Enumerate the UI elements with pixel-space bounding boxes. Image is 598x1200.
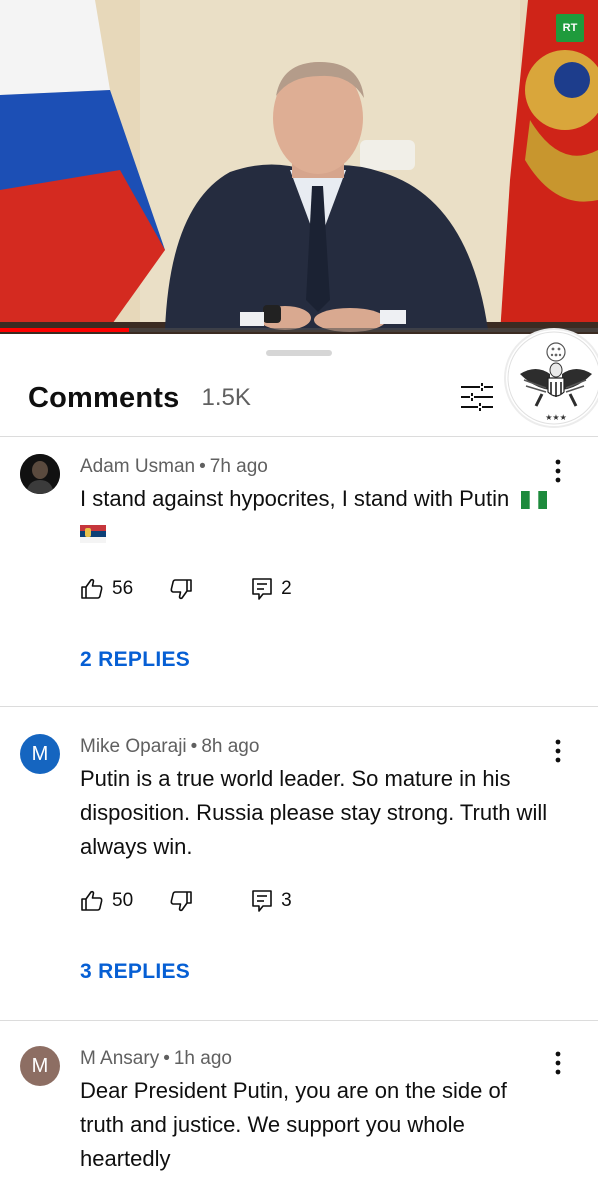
like-button[interactable]: 56 (80, 574, 133, 604)
reply-count: 3 (281, 890, 292, 911)
comment-time: 7h ago (209, 456, 268, 477)
comment-thread: M Mike Oparaji • 8h ago Putin is a true wo… (0, 734, 598, 998)
view-replies-link[interactable]: 2 REPLIES (80, 648, 190, 672)
video-frame (0, 0, 598, 334)
more-options-icon[interactable] (548, 458, 568, 484)
comment-author[interactable]: Adam Usman (80, 456, 195, 477)
thumbs-down-icon (170, 579, 192, 600)
more-options-icon[interactable] (548, 738, 568, 764)
comment-time: 1h ago (173, 1048, 232, 1069)
video-progress-bar[interactable] (0, 328, 598, 332)
view-replies-link[interactable]: 3 REPLIES (80, 960, 190, 984)
thumbs-up-icon (81, 578, 103, 599)
comments-count: 1.5K (201, 384, 251, 411)
comment-reply-icon (252, 578, 272, 600)
comment-divider (0, 706, 598, 707)
comment-body: I stand against hypocrites, I stand with… (80, 486, 510, 511)
comment-body: Dear President Putin, you are on the sid… (80, 1078, 507, 1171)
comment-actions: 56 2 (80, 574, 292, 604)
comment-reply-icon (252, 890, 272, 912)
like-button[interactable]: 50 (80, 886, 133, 916)
eagle-seal-icon: ★★★ (506, 330, 598, 426)
serbia-flag-icon (80, 525, 106, 544)
comment-meta: M Ansary • 1h ago (80, 1048, 232, 1069)
more-options-icon[interactable] (548, 1050, 568, 1076)
header-divider (0, 436, 598, 437)
avatar[interactable] (20, 454, 60, 494)
thumbs-down-icon (170, 891, 192, 912)
comment-author[interactable]: Mike Oparaji (80, 736, 187, 757)
comments-sheet: Comments 1.5K ★★★ Adam Usman • 7h ago I … (0, 330, 598, 1200)
comment-body: Putin is a true world leader. So mature … (80, 766, 548, 859)
comment-author[interactable]: M Ansary (80, 1048, 159, 1069)
drag-handle[interactable] (266, 350, 332, 356)
avatar-letter: M (31, 1054, 49, 1077)
avatar[interactable]: M (20, 1046, 60, 1086)
comment-actions: 50 3 (80, 886, 292, 916)
reply-button[interactable]: 3 (251, 886, 292, 916)
comments-title: Comments (28, 381, 180, 414)
video-progress-fill (0, 328, 129, 332)
channel-badge: RT (556, 14, 584, 42)
filter-sort-icon[interactable] (460, 382, 494, 412)
comment-meta: Adam Usman • 7h ago (80, 456, 268, 477)
video-player[interactable]: RT (0, 0, 598, 334)
comment-divider (0, 1020, 598, 1021)
avatar[interactable]: M (20, 734, 60, 774)
comment-thread: Adam Usman • 7h ago I stand against hypocr… (0, 454, 598, 706)
comment-time: 8h ago (201, 736, 260, 757)
nigeria-flag-icon (521, 491, 548, 510)
reply-count: 2 (281, 578, 292, 599)
svg-text:★★★: ★★★ (545, 413, 567, 422)
dislike-button[interactable] (169, 886, 193, 916)
reply-button[interactable]: 2 (251, 574, 292, 604)
avatar-letter: M (31, 742, 49, 765)
dislike-button[interactable] (169, 574, 193, 604)
comment-thread: M M Ansary • 1h ago Dear President Putin, … (0, 1046, 598, 1196)
like-count: 56 (112, 578, 134, 599)
comment-text: I stand against hypocrites, I stand with… (80, 482, 580, 550)
comment-meta: Mike Oparaji • 8h ago (80, 736, 260, 757)
like-count: 50 (112, 890, 134, 911)
thumbs-up-icon (81, 890, 103, 911)
